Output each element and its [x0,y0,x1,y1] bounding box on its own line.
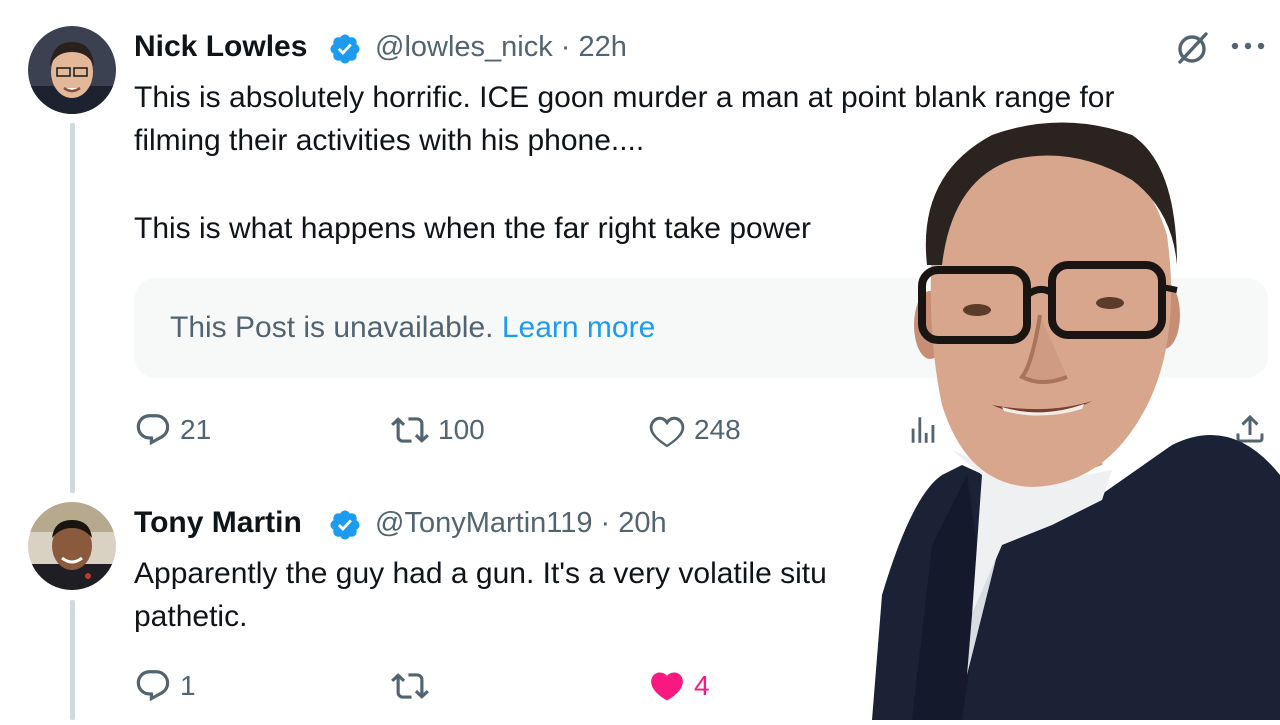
repost-icon [390,667,430,705]
tweet-text-line-3: This is what happens when the far right … [134,212,812,245]
thread-line [70,600,75,720]
author-name[interactable]: Nick Lowles [134,30,307,64]
like-count: 4 [694,670,710,701]
tweet-text-line-2: filming their activities with his phone.… [134,124,645,157]
reply-button[interactable]: 21 [134,411,211,449]
like-icon [648,411,686,449]
handle-and-time[interactable]: @lowles_nick · 22h [375,31,627,64]
person-photo-overlay [872,115,1280,720]
quoted-post-message: This Post is unavailable. Learn more [170,311,655,345]
verified-badge-icon[interactable] [328,508,362,547]
avatar-tony-martin[interactable] [28,502,116,590]
reply-count: 21 [180,414,212,445]
verified-badge-icon[interactable] [328,32,362,71]
reply-icon [134,411,172,449]
like-icon-filled [648,667,686,705]
repost-button[interactable] [390,667,430,705]
repost-icon [390,411,430,449]
like-button[interactable]: 248 [648,411,741,449]
handle-and-time[interactable]: @TonyMartin119 · 20h [375,507,667,540]
tweet-text-line-1: Apparently the guy had a gun. It's a ver… [134,557,827,590]
reply-icon [134,667,172,705]
avatar-nick-lowles[interactable] [28,26,116,114]
like-button[interactable]: 4 [648,667,710,705]
repost-button[interactable]: 100 [390,411,485,449]
reply-button[interactable]: 1 [134,667,196,705]
thread-line [70,123,75,493]
like-count: 248 [694,414,741,445]
more-options-icon[interactable] [1230,38,1266,59]
repost-count: 100 [438,414,485,445]
tweet-text-line-2: pathetic. [134,600,248,633]
tweet-text-line-1: This is absolutely horrific. ICE goon mu… [134,81,1115,114]
learn-more-link[interactable]: Learn more [502,311,655,344]
grok-icon[interactable] [1172,28,1212,73]
author-name[interactable]: Tony Martin [134,506,302,540]
reply-count: 1 [180,670,196,701]
unavailable-text: This Post is unavailable. [170,311,494,344]
